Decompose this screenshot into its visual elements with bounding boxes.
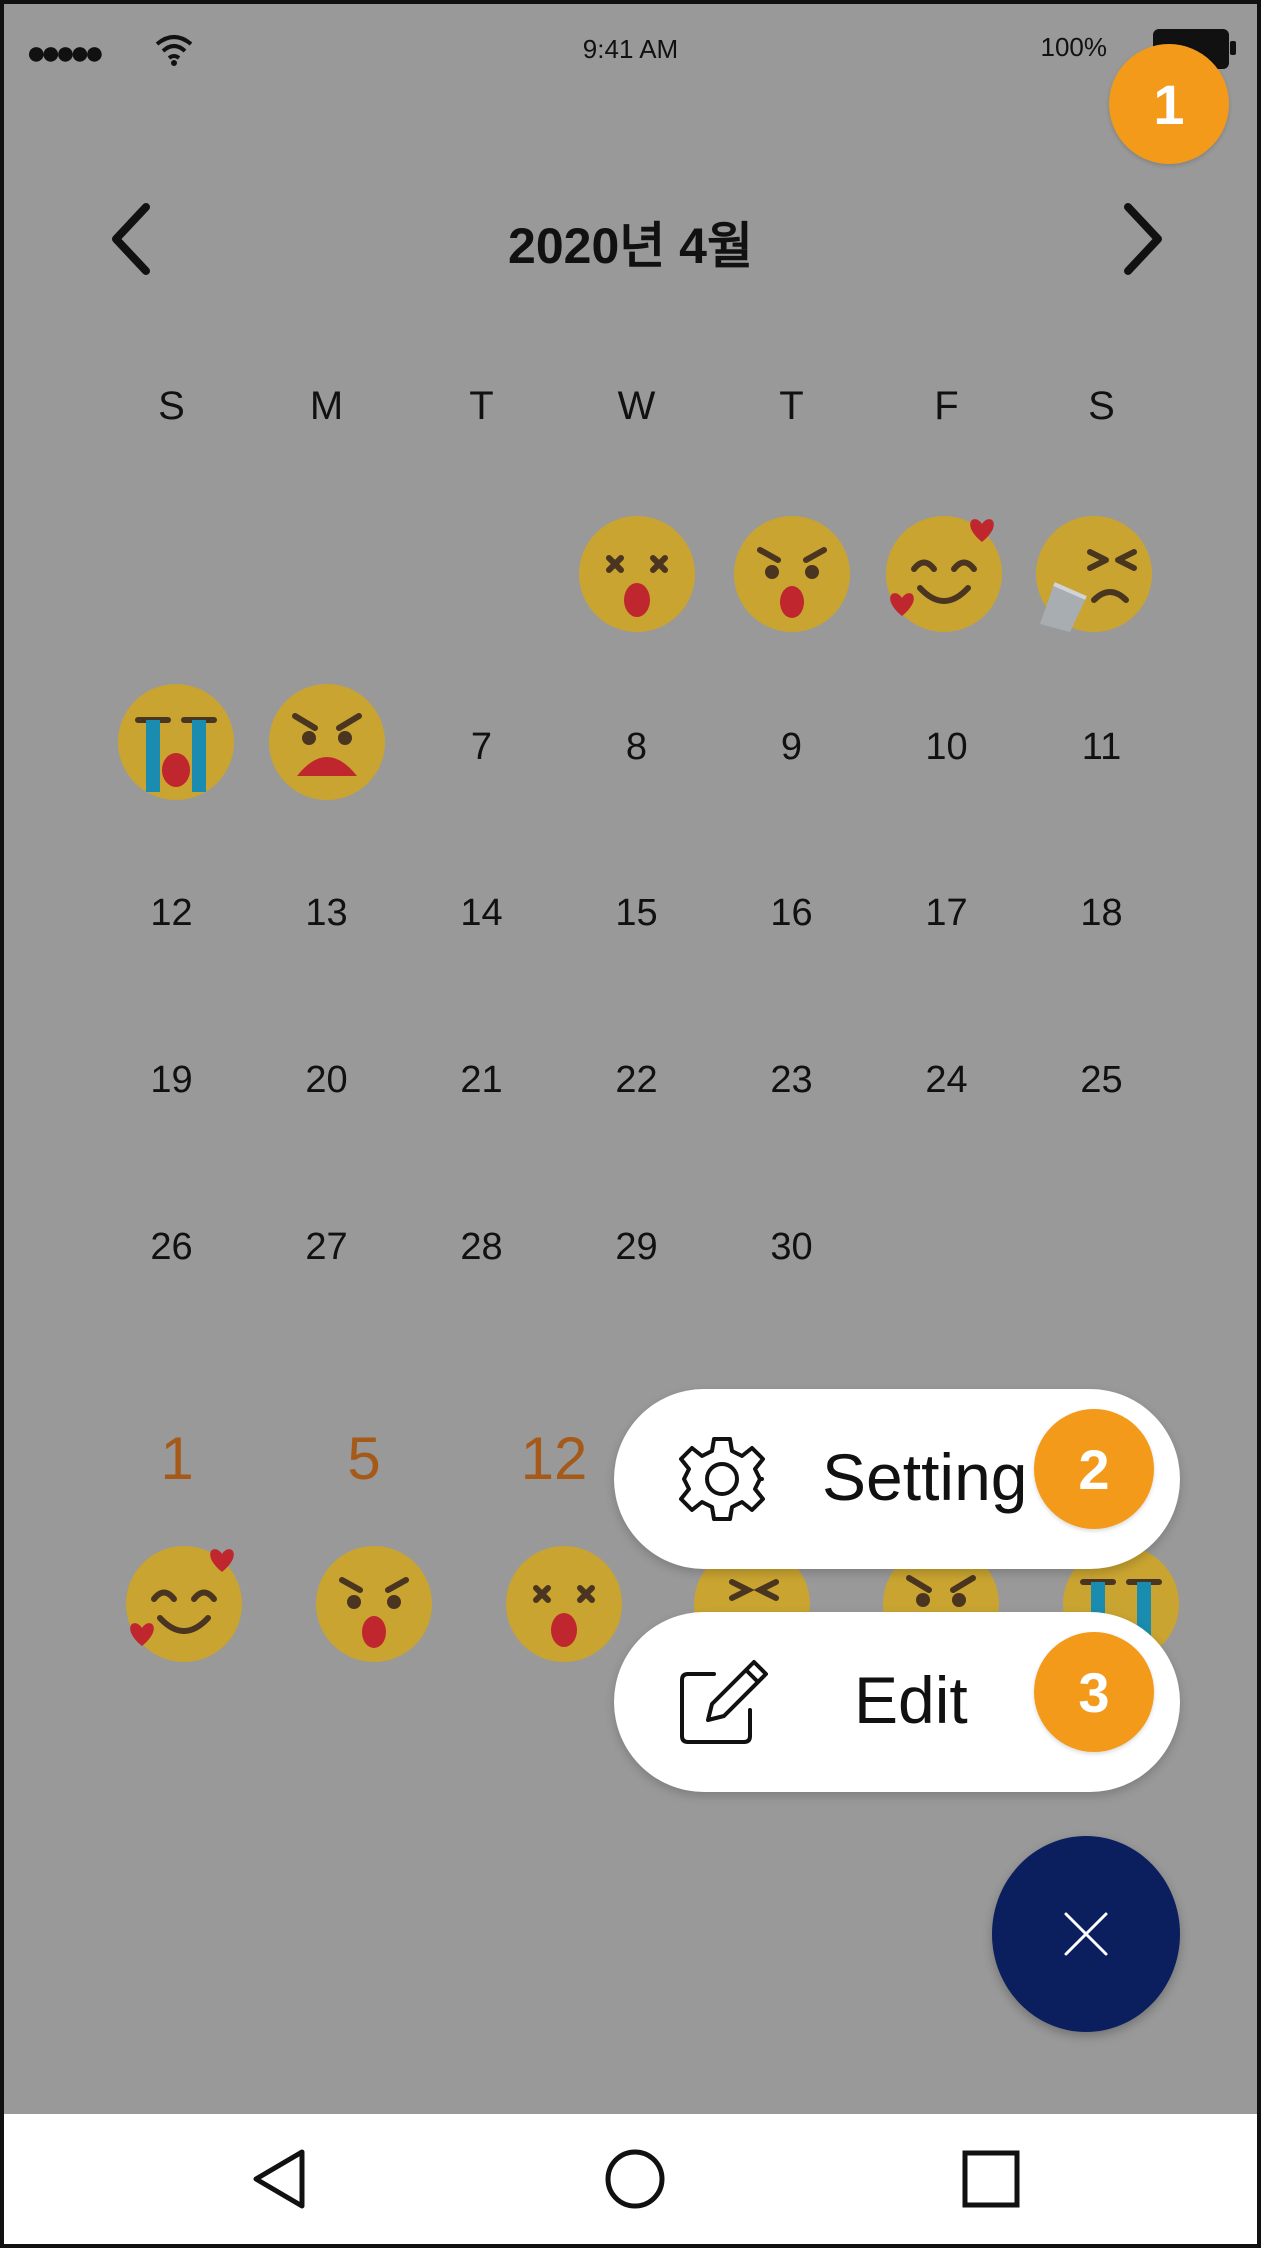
next-month-button[interactable]	[1102, 194, 1182, 284]
weekday-label: W	[617, 384, 656, 428]
stat-count: 1	[160, 1425, 194, 1492]
weekday-label: M	[309, 384, 344, 428]
app-screen: ●●●●● 9:41 AM 100% 1 2020년 4월 S M T W T …	[0, 0, 1261, 2248]
close-icon	[1064, 1912, 1108, 1956]
annotation-badge-2: 2	[1034, 1409, 1154, 1529]
chevron-right-icon	[1124, 203, 1162, 275]
stat-count: 12	[520, 1425, 588, 1492]
calendar-day[interactable]: 26	[94, 1226, 249, 1269]
calendar-day[interactable]: 19	[94, 1059, 249, 1102]
status-bar: ●●●●● 9:41 AM 100%	[4, 4, 1257, 94]
weekday-label: S	[158, 384, 185, 428]
recents-button[interactable]	[946, 2139, 1036, 2219]
back-button[interactable]	[236, 2139, 326, 2219]
angry-shocked-face-icon[interactable]	[732, 514, 852, 634]
home-button[interactable]	[590, 2139, 680, 2219]
weekday-label: T	[779, 384, 804, 428]
calendar-day[interactable]: 14	[404, 892, 559, 935]
calendar-day[interactable]: 24	[869, 1059, 1024, 1102]
setting-label: Setting	[822, 1440, 1028, 1514]
calendar-day[interactable]: 9	[714, 726, 869, 769]
calendar-day[interactable]: 22	[559, 1059, 714, 1102]
smiling-face-with-hearts-icon	[126, 1546, 242, 1662]
calendar-day[interactable]: 7	[404, 726, 559, 769]
calendar-day[interactable]: 27	[249, 1226, 404, 1269]
navigation-bar	[4, 2114, 1257, 2244]
back-triangle-icon	[253, 2149, 305, 2209]
annotation-badge-1: 1	[1109, 44, 1229, 164]
calendar-day[interactable]: 30	[714, 1226, 869, 1269]
calendar-day[interactable]: 20	[249, 1059, 404, 1102]
calendar-day[interactable]: 16	[714, 892, 869, 935]
calendar-day[interactable]: 21	[404, 1059, 559, 1102]
calendar-day[interactable]: 15	[559, 892, 714, 935]
calendar-day[interactable]: 12	[94, 892, 249, 935]
calendar-day[interactable]: 13	[249, 892, 404, 935]
gear-icon	[679, 1437, 765, 1521]
edit-icon	[680, 1660, 768, 1744]
dizzy-face-icon[interactable]	[577, 514, 697, 634]
home-circle-icon	[605, 2149, 665, 2209]
weekday-label: F	[934, 384, 959, 428]
angry-face-icon[interactable]	[267, 682, 387, 802]
calendar-day[interactable]: 10	[869, 726, 1024, 769]
calendar-day[interactable]: 25	[1024, 1059, 1179, 1102]
month-title: 2020년 4월	[508, 218, 753, 274]
smiling-face-with-hearts-icon[interactable]	[884, 514, 1004, 634]
sneezing-face-icon[interactable]	[1034, 514, 1154, 634]
annotation-badge-3: 3	[1034, 1632, 1154, 1752]
calendar-day[interactable]: 29	[559, 1226, 714, 1269]
close-menu-button[interactable]	[992, 1836, 1180, 2032]
weekday-label: S	[1088, 384, 1115, 428]
angry-shocked-face-icon	[316, 1546, 432, 1662]
battery-percentage: 100%	[1040, 32, 1108, 62]
calendar-day[interactable]: 28	[404, 1226, 559, 1269]
calendar-day[interactable]: 17	[869, 892, 1024, 935]
recents-square-icon	[962, 2150, 1020, 2208]
calendar-day[interactable]: 11	[1024, 726, 1179, 769]
calendar-header: 2020년 4월	[4, 184, 1257, 284]
calendar-day[interactable]: 23	[714, 1059, 869, 1102]
calendar-day[interactable]: 18	[1024, 892, 1179, 935]
crying-face-icon[interactable]	[116, 682, 236, 802]
edit-label: Edit	[854, 1663, 968, 1737]
weekday-label: T	[469, 384, 494, 428]
stat-count: 5	[347, 1425, 381, 1492]
calendar-day[interactable]: 8	[559, 726, 714, 769]
dizzy-face-icon	[506, 1546, 622, 1662]
